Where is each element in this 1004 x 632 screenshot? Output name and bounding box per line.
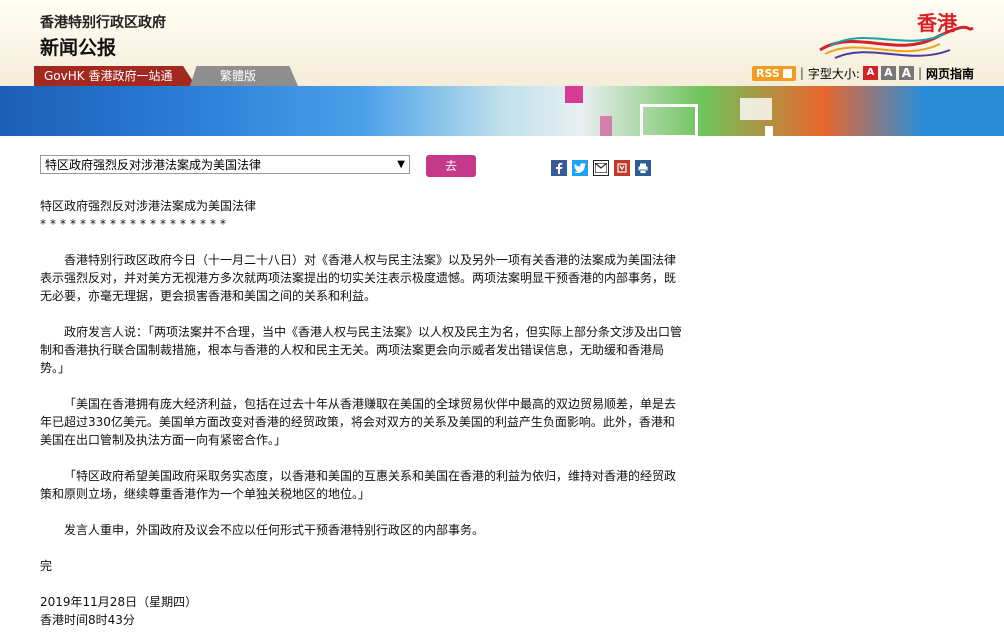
divider: | <box>799 66 804 80</box>
bookmark-icon[interactable] <box>614 160 630 176</box>
banner-block <box>600 116 612 136</box>
rss-label: RSS <box>756 66 780 80</box>
font-size-label: 字型大小: <box>807 66 860 81</box>
headline-separator: ******************* <box>40 217 230 231</box>
end-mark: 完 <box>40 559 53 573</box>
press-release-body: 特区政府强烈反对涉港法案成为美国法律 ******************* 香… <box>40 197 685 629</box>
print-icon[interactable] <box>635 160 651 176</box>
email-icon[interactable] <box>593 160 609 176</box>
page-header: 香港特别行政区政府 新闻公报 香港 GovHK 香港政府一站通 繁體版 RSS … <box>0 0 1004 86</box>
top-nav: GovHK 香港政府一站通 繁體版 <box>0 66 300 86</box>
twitter-icon[interactable] <box>572 160 588 176</box>
font-medium-button[interactable]: A <box>880 66 896 80</box>
government-name: 香港特别行政区政府 <box>40 15 166 31</box>
banner-block <box>765 126 773 136</box>
release-time: 香港时间8时43分 <box>40 613 135 627</box>
traditional-chinese-link[interactable]: 繁體版 <box>190 66 298 86</box>
dropdown-arrow-icon: ▼ <box>397 159 405 170</box>
site-title: 新闻公报 <box>40 37 117 59</box>
press-release-selector[interactable]: 特区政府强烈反对涉港法案成为美国法律 ▼ <box>40 155 410 174</box>
article-headline: 特区政府强烈反对涉港法案成为美国法律 <box>40 199 257 213</box>
banner-block <box>740 98 772 120</box>
article-paragraph: 「美国在香港拥有庞大经济利益，包括在过去十年从香港赚取在美国的全球贸易伙伴中最高… <box>40 397 677 447</box>
toolbar: RSS | 字型大小: A A A | 网页指南 <box>752 64 974 82</box>
sitemap-link[interactable]: 网页指南 <box>926 65 974 82</box>
rss-button[interactable]: RSS <box>752 65 796 81</box>
govhk-link[interactable]: GovHK 香港政府一站通 <box>34 66 196 86</box>
banner-frame <box>640 104 698 138</box>
release-date: 2019年11月28日（星期四） <box>40 595 198 609</box>
banner-block <box>565 86 583 103</box>
facebook-icon[interactable] <box>551 160 567 176</box>
logo-text: 香港 <box>917 11 957 35</box>
article-paragraph: 发言人重申，外国政府及议会不应以任何形式干预香港特别行政区的内部事务。 <box>64 523 485 537</box>
divider: | <box>917 66 922 80</box>
article-paragraph: 「特区政府希望美国政府采取务实态度，以香港和美国的互惠关系和美国在香港的利益为依… <box>40 469 677 501</box>
article-paragraph: 香港特别行政区政府今日（十一月二十八日）对《香港人权与民主法案》以及另外一项有关… <box>40 253 677 303</box>
banner-image <box>0 86 1004 138</box>
go-button[interactable]: 去 <box>426 155 476 177</box>
rss-icon <box>782 68 792 78</box>
selected-release: 特区政府强烈反对涉港法案成为美国法律 <box>45 158 262 172</box>
font-small-button[interactable]: A <box>862 66 878 80</box>
article-paragraph: 政府发言人说：「两项法案并不合理，当中《香港人权与民主法案》以人权及民主为名，但… <box>40 325 683 375</box>
share-bar <box>551 160 651 176</box>
font-large-button[interactable]: A <box>898 66 914 80</box>
